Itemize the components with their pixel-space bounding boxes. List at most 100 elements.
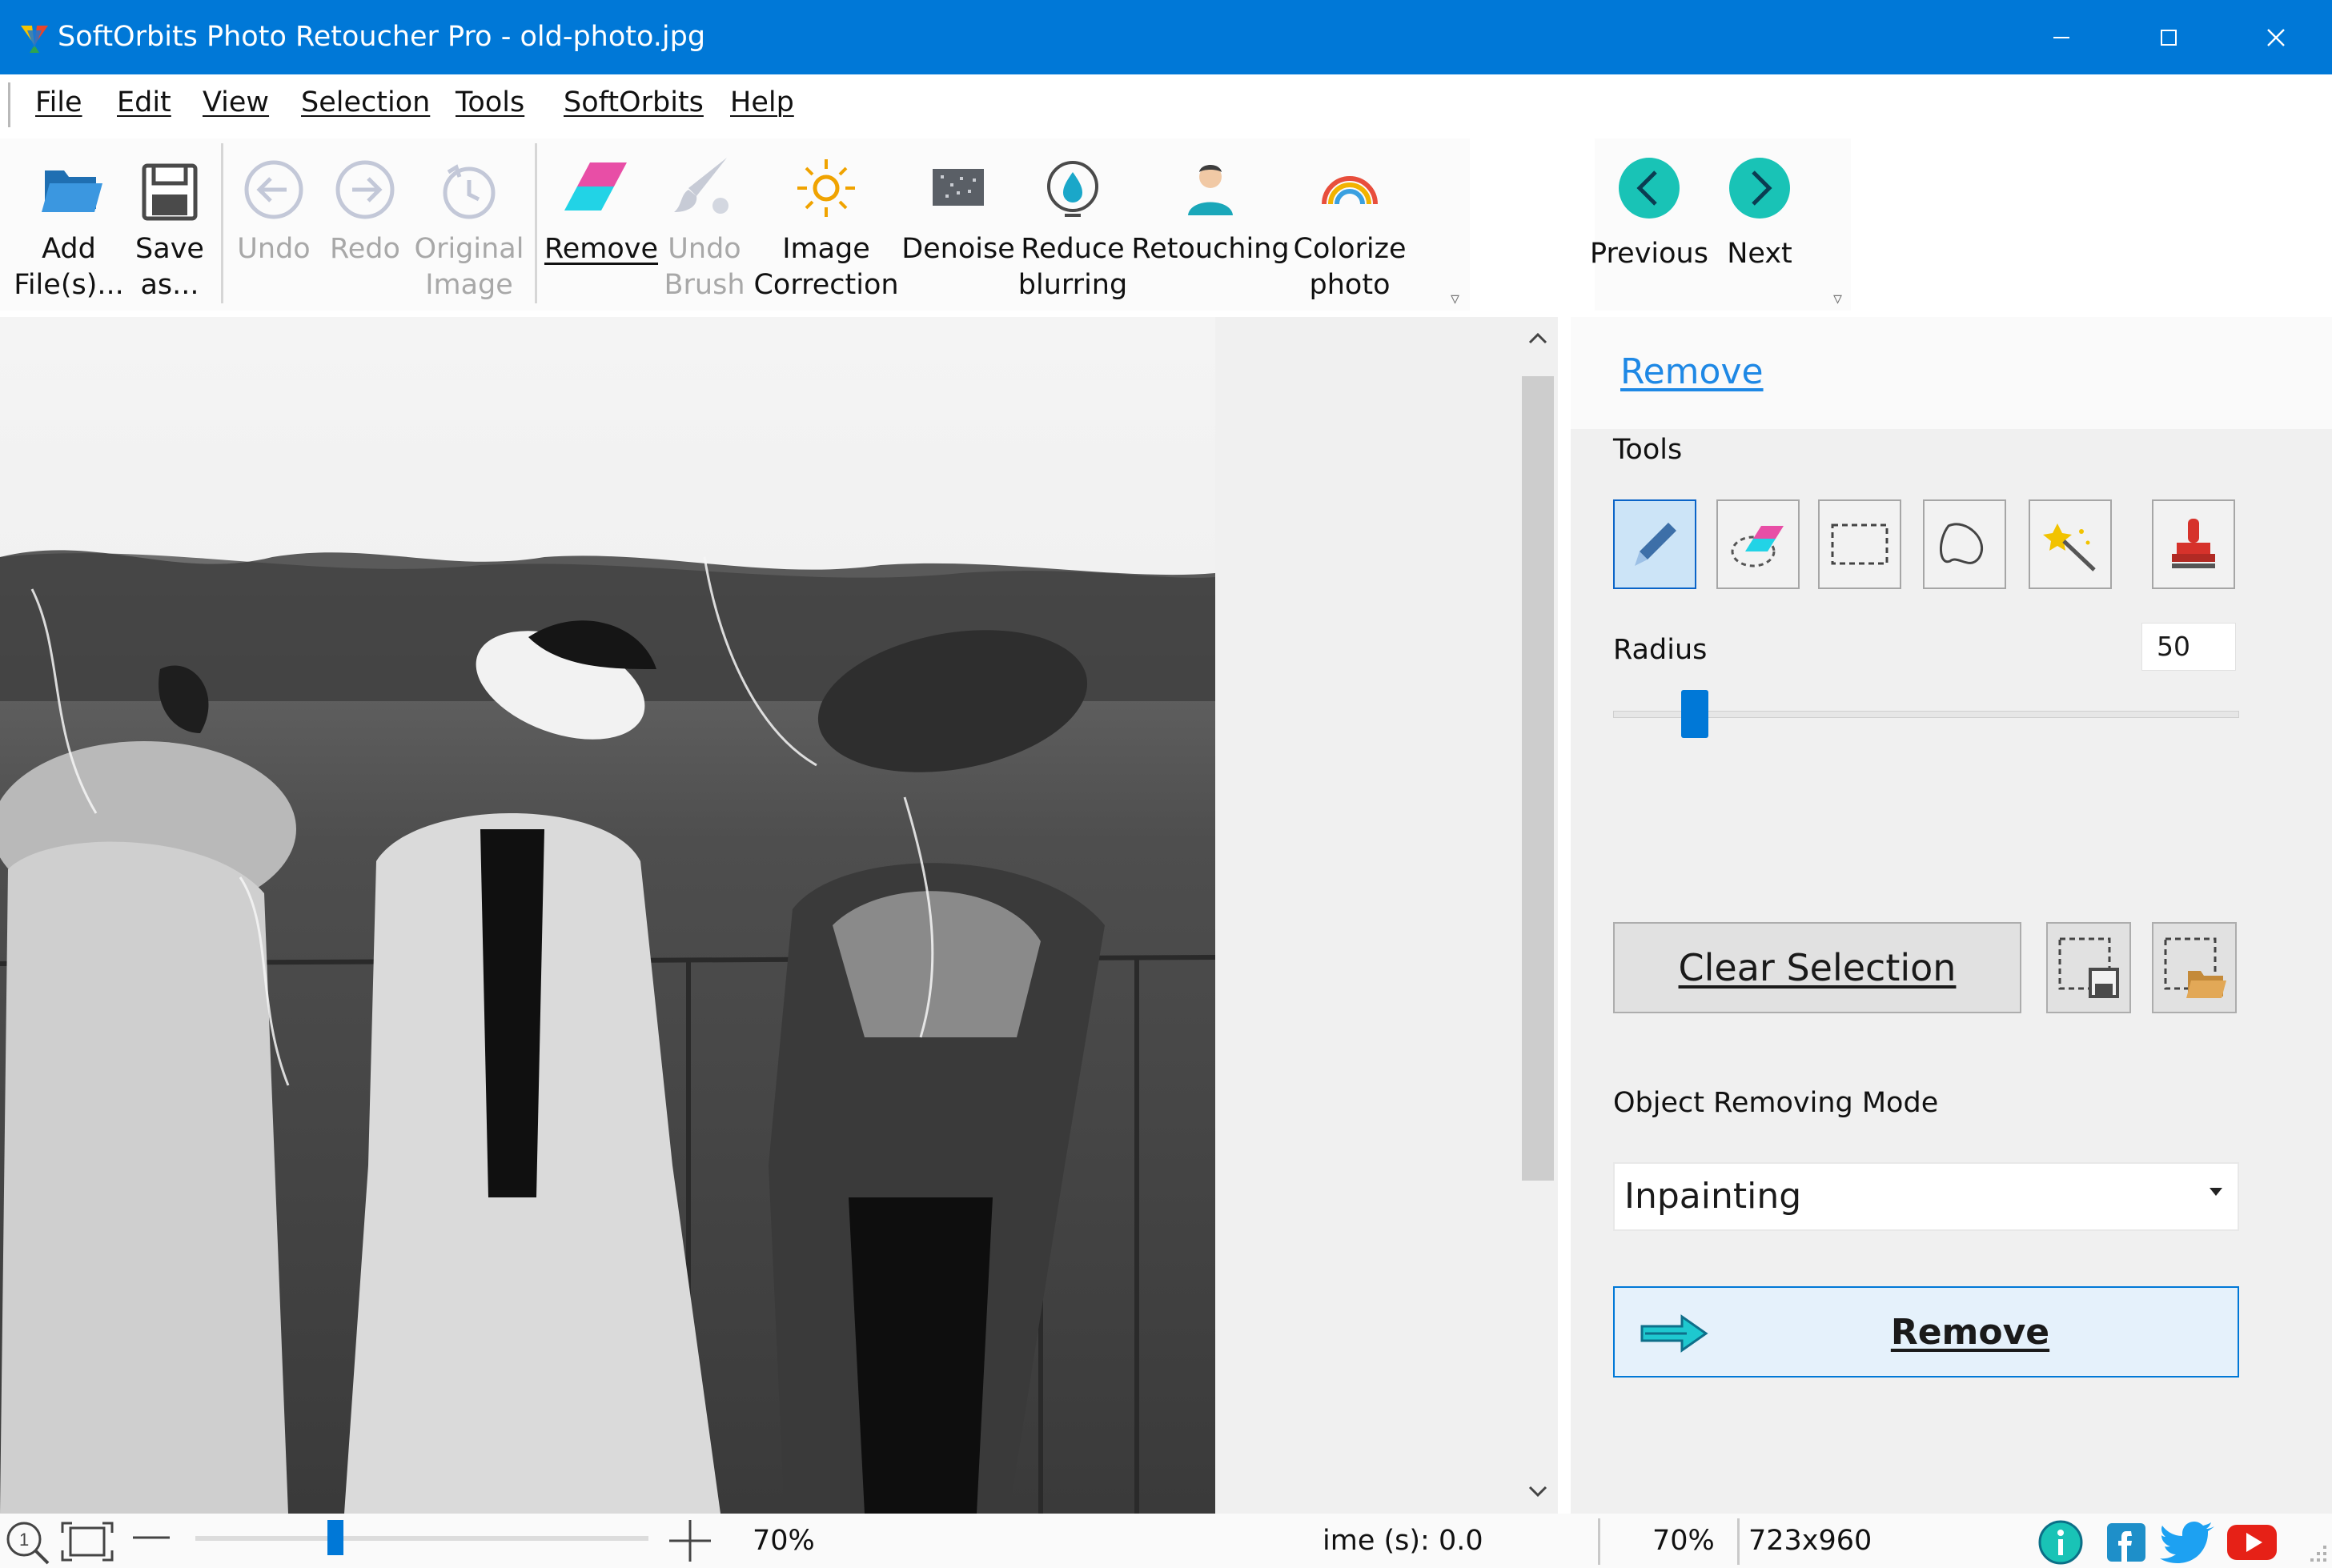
zoom-slider-thumb[interactable] <box>327 1520 344 1555</box>
undo-brush-label: Undo Brush <box>664 233 745 301</box>
panel-title: Remove <box>1620 351 1764 394</box>
magic-wand-tool-button[interactable] <box>2029 499 2112 589</box>
menu-grip <box>8 82 10 127</box>
radius-input[interactable]: 50 <box>2141 623 2236 671</box>
remove-button[interactable]: Remove <box>1613 1286 2239 1378</box>
colorize-photo-label: Colorize photo <box>1293 233 1407 301</box>
retouching-label: Retouching <box>1131 233 1290 265</box>
close-icon <box>2267 28 2285 46</box>
menu-bar: File Edit View Selection Tools SoftOrbit… <box>0 74 2332 130</box>
twitter-icon[interactable] <box>2160 1517 2216 1566</box>
image-correction-label: Image Correction <box>753 233 899 301</box>
lasso-icon <box>1939 523 1984 564</box>
menu-selection[interactable]: Selection <box>301 86 430 119</box>
minimize-button[interactable] <box>2008 0 2115 74</box>
save-as-button[interactable]: Save as... <box>130 148 210 308</box>
remove-button-text: Remove <box>1890 1311 2050 1353</box>
maximize-icon <box>2161 29 2177 46</box>
undo-brush-button[interactable]: Undo Brush <box>664 148 745 308</box>
facebook-icon[interactable] <box>2102 1518 2150 1566</box>
rectangle-select-tool-button[interactable] <box>1818 499 1901 589</box>
scroll-down-arrow-icon[interactable] <box>1528 1486 1547 1498</box>
radius-slider-thumb[interactable] <box>1680 690 1708 738</box>
remove-tool-label: Remove <box>544 233 659 265</box>
add-files-button[interactable]: Add File(s)... <box>13 148 125 308</box>
denoise-label: Denoise <box>901 233 1015 265</box>
zoom-out-icon[interactable] <box>131 1530 171 1546</box>
remove-tool-button[interactable]: Remove <box>544 148 658 308</box>
previous-arrow-icon <box>1619 158 1680 219</box>
open-folder-icon <box>42 170 102 212</box>
menu-file[interactable]: File <box>35 86 82 119</box>
marker-tool-button[interactable] <box>1613 499 1696 589</box>
retouching-button[interactable]: Retouching <box>1131 148 1290 308</box>
menu-tools[interactable]: Tools <box>456 86 524 119</box>
eraser-selection-icon <box>1731 526 1784 567</box>
water-drop-icon <box>1047 161 1098 217</box>
original-image-icon <box>443 164 496 219</box>
scroll-up-arrow-icon[interactable] <box>1528 331 1547 344</box>
denoise-icon <box>933 169 984 206</box>
maximize-button[interactable] <box>2115 0 2222 74</box>
previous-button[interactable]: Previous <box>1590 148 1708 308</box>
previous-label: Previous <box>1590 238 1708 270</box>
save-selection-icon <box>2058 937 2119 998</box>
redo-label: Redo <box>330 233 400 265</box>
denoise-button[interactable]: Denoise <box>901 148 1015 308</box>
toolbar-overflow-chevron[interactable]: ▿ <box>1451 289 1459 309</box>
save-as-label: Save as... <box>135 233 204 301</box>
save-selection-button[interactable] <box>2046 922 2131 1013</box>
person-icon <box>1188 165 1233 215</box>
menu-softorbits[interactable]: SoftOrbits <box>564 86 704 119</box>
resize-grip-icon[interactable] <box>2302 1538 2330 1565</box>
photo-image[interactable] <box>0 317 1215 1514</box>
rectangle-select-icon <box>1831 523 1888 565</box>
object-removing-mode-label: Object Removing Mode <box>1613 1087 1939 1119</box>
nav-overflow-chevron[interactable]: ▿ <box>1833 289 1842 309</box>
brush-icon <box>674 158 728 214</box>
undo-arrow-icon <box>244 160 303 219</box>
zoom-percent: 70% <box>753 1525 815 1557</box>
load-selection-button[interactable] <box>2152 922 2237 1013</box>
info-icon[interactable] <box>2037 1518 2085 1566</box>
redo-arrow-icon <box>335 160 395 219</box>
status-zoom: 70% <box>1652 1525 1715 1557</box>
radius-label: Radius <box>1613 634 1708 666</box>
dropdown-arrow-icon[interactable] <box>2210 1188 2222 1196</box>
toolbar: Add File(s)... Save as... Undo Redo Orig… <box>0 130 2332 317</box>
window-title: SoftOrbits Photo Retoucher Pro - old-pho… <box>58 21 706 53</box>
next-button[interactable]: Next <box>1720 148 1800 308</box>
object-removing-mode-select[interactable]: Inpainting <box>1613 1162 2239 1231</box>
marker-icon <box>1635 523 1676 566</box>
clear-selection-label: Clear Selection <box>1678 946 1957 989</box>
load-selection-icon <box>2164 937 2226 998</box>
close-button[interactable] <box>2222 0 2330 74</box>
image-correction-button[interactable]: Image Correction <box>753 148 899 308</box>
vertical-scroll-thumb[interactable] <box>1522 376 1554 1181</box>
undo-button[interactable]: Undo <box>234 148 314 308</box>
eraser-icon <box>564 162 627 211</box>
zoom-slider-track[interactable] <box>195 1536 648 1541</box>
image-canvas[interactable] <box>0 317 1529 1514</box>
original-image-label: Original Image <box>414 233 524 301</box>
fit-to-window-icon[interactable] <box>59 1520 115 1563</box>
menu-edit[interactable]: Edit <box>117 86 171 119</box>
undo-label: Undo <box>237 233 311 265</box>
floppy-disk-icon <box>142 163 198 221</box>
clear-selection-button[interactable]: Clear Selection <box>1613 922 2021 1013</box>
original-image-button[interactable]: Original Image <box>413 148 525 308</box>
stamp-tool-button[interactable] <box>2152 499 2235 589</box>
redo-button[interactable]: Redo <box>325 148 405 308</box>
colorize-photo-button[interactable]: Colorize photo <box>1293 148 1407 308</box>
next-label: Next <box>1727 238 1792 270</box>
tools-label: Tools <box>1613 434 1683 466</box>
actual-size-icon[interactable]: 1 <box>3 1518 51 1566</box>
youtube-icon[interactable] <box>2224 1518 2280 1566</box>
reduce-blurring-button[interactable]: Reduce blurring <box>1017 148 1129 308</box>
lasso-tool-button[interactable] <box>1923 499 2006 589</box>
menu-view[interactable]: View <box>203 86 269 119</box>
zoom-in-icon[interactable] <box>668 1518 712 1563</box>
app-logo-icon <box>21 26 48 53</box>
eraser-selection-tool-button[interactable] <box>1716 499 1800 589</box>
menu-help[interactable]: Help <box>730 86 794 119</box>
